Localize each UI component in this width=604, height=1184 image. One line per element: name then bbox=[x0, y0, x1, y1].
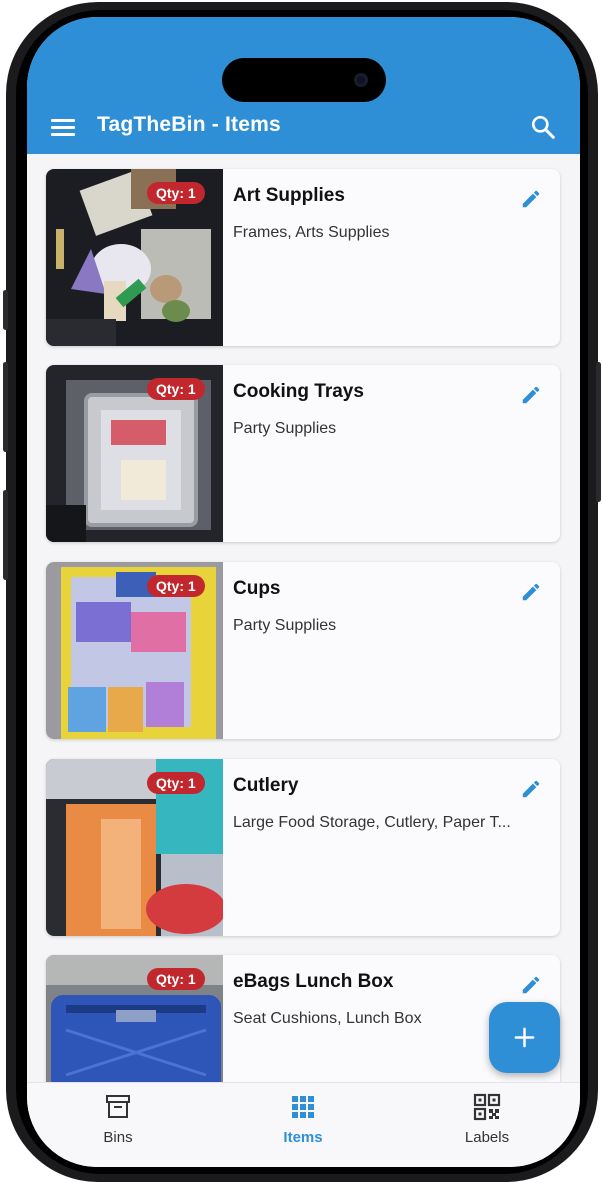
item-card-ebags-lunch-box[interactable]: Qty: 1 eBags Lunch Box Seat Cushions, Lu… bbox=[46, 955, 560, 1091]
page-title: TagTheBin - Items bbox=[97, 113, 281, 136]
pencil-icon[interactable] bbox=[520, 581, 542, 603]
item-card-cups[interactable]: Qty: 1 Cups Party Supplies bbox=[46, 562, 560, 739]
add-item-button[interactable] bbox=[489, 1002, 560, 1073]
quantity-badge: Qty: 1 bbox=[147, 772, 205, 794]
item-title: eBags Lunch Box bbox=[233, 971, 394, 992]
nav-label-bins: Bins bbox=[103, 1129, 133, 1146]
power-button bbox=[596, 362, 601, 502]
volume-down-button bbox=[3, 490, 8, 580]
app-bar: TagTheBin - Items bbox=[27, 17, 580, 154]
nav-label-items: Items bbox=[283, 1129, 323, 1146]
item-card-cooking-trays[interactable]: Qty: 1 Cooking Trays Party Supplies bbox=[46, 365, 560, 542]
item-tags: Frames, Arts Supplies bbox=[233, 224, 390, 241]
item-card-art-supplies[interactable]: Qty: 1 Art Supplies Frames, Arts Supplie… bbox=[46, 169, 560, 346]
item-title: Cooking Trays bbox=[233, 381, 364, 402]
pencil-icon[interactable] bbox=[520, 384, 542, 406]
quantity-badge: Qty: 1 bbox=[147, 575, 205, 597]
pencil-icon[interactable] bbox=[520, 974, 542, 996]
nav-tab-labels[interactable]: Labels bbox=[427, 1093, 547, 1146]
item-card-cutlery[interactable]: Qty: 1 Cutlery Large Food Storage, Cutle… bbox=[46, 759, 560, 936]
search-icon[interactable] bbox=[530, 114, 556, 140]
dynamic-island bbox=[222, 58, 386, 102]
qr-code-icon bbox=[473, 1093, 501, 1121]
camera-icon bbox=[354, 73, 368, 87]
archive-box-icon bbox=[106, 1095, 130, 1118]
nav-tab-bins[interactable]: Bins bbox=[58, 1093, 178, 1146]
action-button bbox=[3, 290, 8, 330]
item-tags: Party Supplies bbox=[233, 420, 337, 437]
bottom-navigation: Bins Items Labels bbox=[27, 1082, 580, 1167]
quantity-badge: Qty: 1 bbox=[147, 182, 205, 204]
item-title: Art Supplies bbox=[233, 185, 345, 206]
menu-icon[interactable] bbox=[51, 117, 77, 139]
plus-icon bbox=[514, 1027, 535, 1048]
app-screen: TagTheBin - Items Qty: 1 Art Supplies Fr… bbox=[27, 17, 580, 1167]
volume-up-button bbox=[3, 362, 8, 452]
pencil-icon[interactable] bbox=[520, 778, 542, 800]
item-tags: Large Food Storage, Cutlery, Paper T... bbox=[233, 814, 511, 831]
grid-icon bbox=[292, 1096, 314, 1118]
quantity-badge: Qty: 1 bbox=[147, 968, 205, 990]
item-title: Cups bbox=[233, 578, 281, 599]
pencil-icon[interactable] bbox=[520, 188, 542, 210]
nav-label-labels: Labels bbox=[464, 1129, 510, 1146]
item-title: Cutlery bbox=[233, 775, 299, 796]
quantity-badge: Qty: 1 bbox=[147, 378, 205, 400]
item-tags: Party Supplies bbox=[233, 617, 337, 634]
nav-tab-items[interactable]: Items bbox=[243, 1093, 363, 1146]
